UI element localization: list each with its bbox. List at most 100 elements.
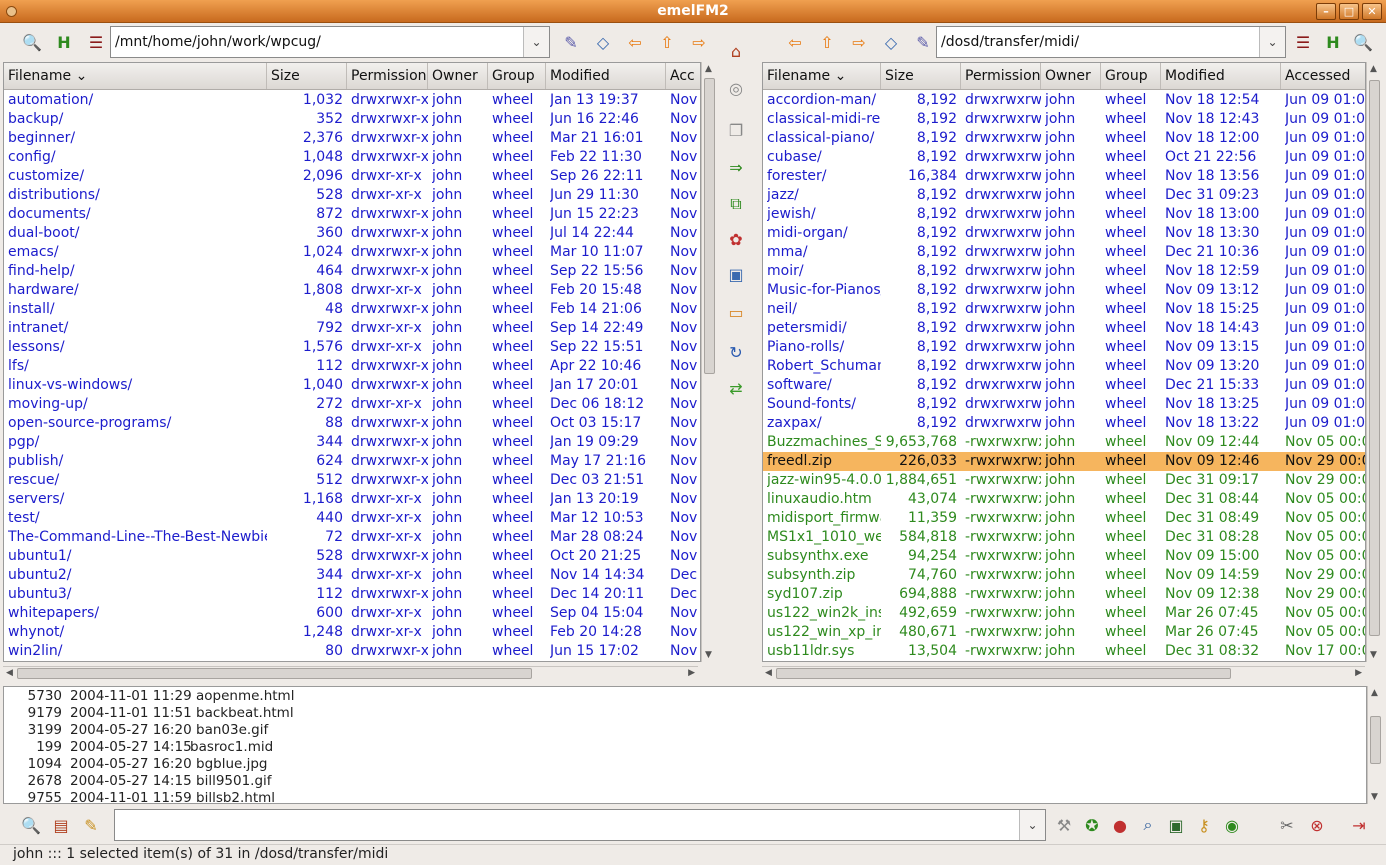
column-header-permission[interactable]: Permission <box>961 63 1041 89</box>
permissions-icon[interactable]: ✿ <box>725 228 747 250</box>
minimize-button[interactable]: – <box>1316 3 1336 20</box>
file-row[interactable]: moving-up/272 drwxr-xr-x john wheel Dec 06 1… <box>4 395 700 414</box>
file-row[interactable]: usb11ldr.sys 13,504 -rwxrwxrwx john wheel Dec… <box>763 642 1365 661</box>
folder-open-icon[interactable]: ▭ <box>725 301 747 323</box>
command-line-input[interactable]: ⌄ <box>114 809 1046 841</box>
home-icon[interactable]: ⌂ <box>725 40 747 62</box>
find-icon[interactable]: 🔍 <box>20 814 42 836</box>
clear-brush-icon[interactable]: ✎ <box>80 814 102 836</box>
file-row[interactable]: lfs/112 drwxrwxr-x john wheel Apr 22 10:46 No… <box>4 357 700 376</box>
settings-icon[interactable]: ✂ <box>1276 814 1298 836</box>
file-row[interactable]: distributions/528 drwxr-xr-x john wheel Jun … <box>4 186 700 205</box>
chevron-down-icon[interactable]: ⌄ <box>1259 27 1285 57</box>
file-row[interactable]: subsynth.zip 74,760 -rwxrwxrwx john wheel Nov… <box>763 566 1365 585</box>
file-row[interactable]: classical-midi-res 8,192 drwxrwxrwxjohn whe… <box>763 110 1365 129</box>
file-row[interactable]: backup/352 drwxrwxr-x john wheel Jun 16 22:4… <box>4 110 700 129</box>
filter-icon[interactable]: ☰ <box>85 31 107 53</box>
column-header-permission[interactable]: Permission <box>347 63 428 89</box>
view-icon[interactable]: ⌕ <box>1137 814 1159 836</box>
file-row[interactable]: servers/1,168 drwxr-xr-x john wheel Jan 13 2… <box>4 490 700 509</box>
file-row[interactable]: Robert_Schuman/8,192 drwxrwxrwxjohn wheel N… <box>763 357 1365 376</box>
file-row[interactable]: mma/8,192 drwxrwxrwxjohn wheel Dec 21 10:36… <box>763 243 1365 262</box>
find-icon[interactable]: 🔍 <box>21 31 43 53</box>
left-file-pane[interactable]: Filename ⌄ Size Permission Owner Group Modifi… <box>3 62 701 662</box>
column-header-size[interactable]: Size <box>267 63 347 89</box>
file-row[interactable]: subsynthx.exe 94,254 -rwxrwxrwx john wheel No… <box>763 547 1365 566</box>
file-row[interactable]: jazz/8,192 drwxrwxrwxjohn wheel Dec 31 09:2… <box>763 186 1365 205</box>
up-arrow-icon[interactable]: ⇧ <box>816 31 838 53</box>
file-row[interactable]: win2lin/80 drwxrwxr-x john wheel Jun 15 17:0… <box>4 642 700 661</box>
file-row[interactable]: ubuntu3/112 drwxrwxr-x john wheel Dec 14 20:… <box>4 585 700 604</box>
chevron-down-icon[interactable]: ⌄ <box>1019 810 1045 840</box>
file-row[interactable]: jewish/8,192 drwxrwxrwxjohn wheel Nov 18 13… <box>763 205 1365 224</box>
file-row[interactable]: find-help/464 drwxrwxr-x john wheel Sep 22 1… <box>4 262 700 281</box>
output-pane[interactable]: 5730 2004-11-01 11:29 aopenme.html 9179 2004… <box>3 686 1367 804</box>
disc-icon[interactable]: ◎ <box>725 77 747 99</box>
forward-arrow-icon[interactable]: ⇨ <box>688 31 710 53</box>
package-icon[interactable]: ▣ <box>725 263 747 285</box>
file-row[interactable]: rescue/512 drwxrwxr-x john wheel Dec 03 21:5… <box>4 471 700 490</box>
column-header-accessed[interactable]: Acc <box>666 63 700 89</box>
file-row[interactable]: jazz-win95-4.0.0.z1,884,651 -rwxrwxrwxjoh… <box>763 471 1365 490</box>
column-header-group[interactable]: Group <box>1101 63 1161 89</box>
close-button[interactable]: ✕ <box>1362 3 1382 20</box>
file-row[interactable]: whynot/1,248 drwxr-xr-x john wheel Feb 20 14… <box>4 623 700 642</box>
sync-icon[interactable]: ⇄ <box>725 377 747 399</box>
right-horizontal-scrollbar[interactable]: ◀ ▶ <box>762 666 1365 680</box>
file-row[interactable]: Piano-rolls/8,192 drwxrwxrwxjohn wheel Nov … <box>763 338 1365 357</box>
column-header-owner[interactable]: Owner <box>428 63 488 89</box>
file-row[interactable]: ubuntu2/344 drwxr-xr-x john wheel Nov 14 14:… <box>4 566 700 585</box>
file-row[interactable]: neil/8,192 drwxrwxrwxjohn wheel Nov 18 15:2… <box>763 300 1365 319</box>
file-row[interactable]: open-source-programs/88 drwxrwxr-x john whe… <box>4 414 700 433</box>
tools-icon[interactable]: ⚒ <box>1053 814 1075 836</box>
column-header-size[interactable]: Size <box>881 63 961 89</box>
file-row[interactable]: whitepapers/600 drwxr-xr-x john wheel Sep 04… <box>4 604 700 623</box>
exit-icon[interactable]: ⇥ <box>1348 814 1370 836</box>
file-row[interactable]: Music-for-Pianos/8,192 drwxrwxrwxjohn whee… <box>763 281 1365 300</box>
maximize-button[interactable]: □ <box>1339 3 1359 20</box>
file-row[interactable]: ubuntu1/528 drwxrwxr-x john wheel Oct 20 21:… <box>4 547 700 566</box>
column-header-filename[interactable]: Filename ⌄ <box>4 63 267 89</box>
file-row[interactable]: Buzzmachines_St 9,653,768 -rwxrwxrwx john wh… <box>763 433 1365 452</box>
history-icon[interactable]: ◇ <box>592 31 614 53</box>
filter-icon[interactable]: ☰ <box>1292 31 1314 53</box>
left-vertical-scrollbar[interactable]: ▲ ▼ <box>701 62 716 662</box>
column-header-modified[interactable]: Modified <box>1161 63 1281 89</box>
scroll-thumb[interactable] <box>17 668 532 679</box>
file-row[interactable]: classical-piano/8,192 drwxrwxrwxjohn wheel… <box>763 129 1365 148</box>
file-row[interactable]: moir/8,192 drwxrwxrwxjohn wheel Nov 18 12:5… <box>763 262 1365 281</box>
file-row[interactable]: linux-vs-windows/1,040 drwxrwxr-x john whee… <box>4 376 700 395</box>
column-header-accessed[interactable]: Accessed <box>1281 63 1365 89</box>
file-row[interactable]: pgp/344 drwxrwxr-x john wheel Jan 19 09:29 No… <box>4 433 700 452</box>
file-row[interactable]: cubase/8,192 drwxrwxrwxjohn wheel Oct 21 22… <box>763 148 1365 167</box>
column-header-owner[interactable]: Owner <box>1041 63 1101 89</box>
file-row[interactable]: us122_win_xp_ins 480,671 -rwxrwxrwx john whe… <box>763 623 1365 642</box>
file-row[interactable]: software/8,192 drwxrwxrwxjohn wheel Dec 21 … <box>763 376 1365 395</box>
hidden-toggle-icon[interactable]: H <box>53 31 75 53</box>
file-row[interactable]: freedl.zip 226,033 -rwxrwxrwx john wheel Nov … <box>763 452 1365 471</box>
run-icon[interactable]: ✪ <box>1081 814 1103 836</box>
file-row[interactable]: emacs/1,024 drwxrwxr-x john wheel Mar 10 11:… <box>4 243 700 262</box>
up-arrow-icon[interactable]: ⇧ <box>656 31 678 53</box>
column-header-filename[interactable]: Filename ⌄ <box>763 63 881 89</box>
file-row[interactable]: Sound-fonts/8,192 drwxrwxrwxjohn wheel Nov … <box>763 395 1365 414</box>
file-row[interactable]: zaxpax/8,192 drwxrwxrwxjohn wheel Nov 18 13… <box>763 414 1365 433</box>
file-row[interactable]: customize/2,096 drwxr-xr-x john wheel Sep 26… <box>4 167 700 186</box>
file-row[interactable]: midisport_firmwa 11,359 -rwxrwxrwx john whee… <box>763 509 1365 528</box>
book-icon[interactable]: ▤ <box>50 814 72 836</box>
file-row[interactable]: forester/16,384 drwxrwxrwxjohn wheel Nov 18… <box>763 167 1365 186</box>
back-arrow-icon[interactable]: ⇦ <box>784 31 806 53</box>
scroll-thumb[interactable] <box>776 668 1231 679</box>
move-icon[interactable]: ⇒ <box>725 156 747 178</box>
left-horizontal-scrollbar[interactable]: ◀ ▶ <box>3 666 698 680</box>
file-row[interactable]: publish/624 drwxrwxr-x john wheel May 17 21:… <box>4 452 700 471</box>
bookmark-icon[interactable]: ✎ <box>560 31 582 53</box>
file-row[interactable]: MS1x1_1010_web 584,818 -rwxrwxrwx john wheel… <box>763 528 1365 547</box>
file-row[interactable]: syd107.zip 694,888 -rwxrwxrwx john wheel Nov … <box>763 585 1365 604</box>
link-icon[interactable]: ⧉ <box>725 193 747 215</box>
mount-icon[interactable]: ◉ <box>1221 814 1243 836</box>
scroll-thumb[interactable] <box>1369 80 1380 636</box>
column-header-group[interactable]: Group <box>488 63 546 89</box>
file-row[interactable]: midi-organ/8,192 drwxrwxrwxjohn wheel Nov 1… <box>763 224 1365 243</box>
bookmark-icon[interactable]: ✎ <box>912 31 934 53</box>
